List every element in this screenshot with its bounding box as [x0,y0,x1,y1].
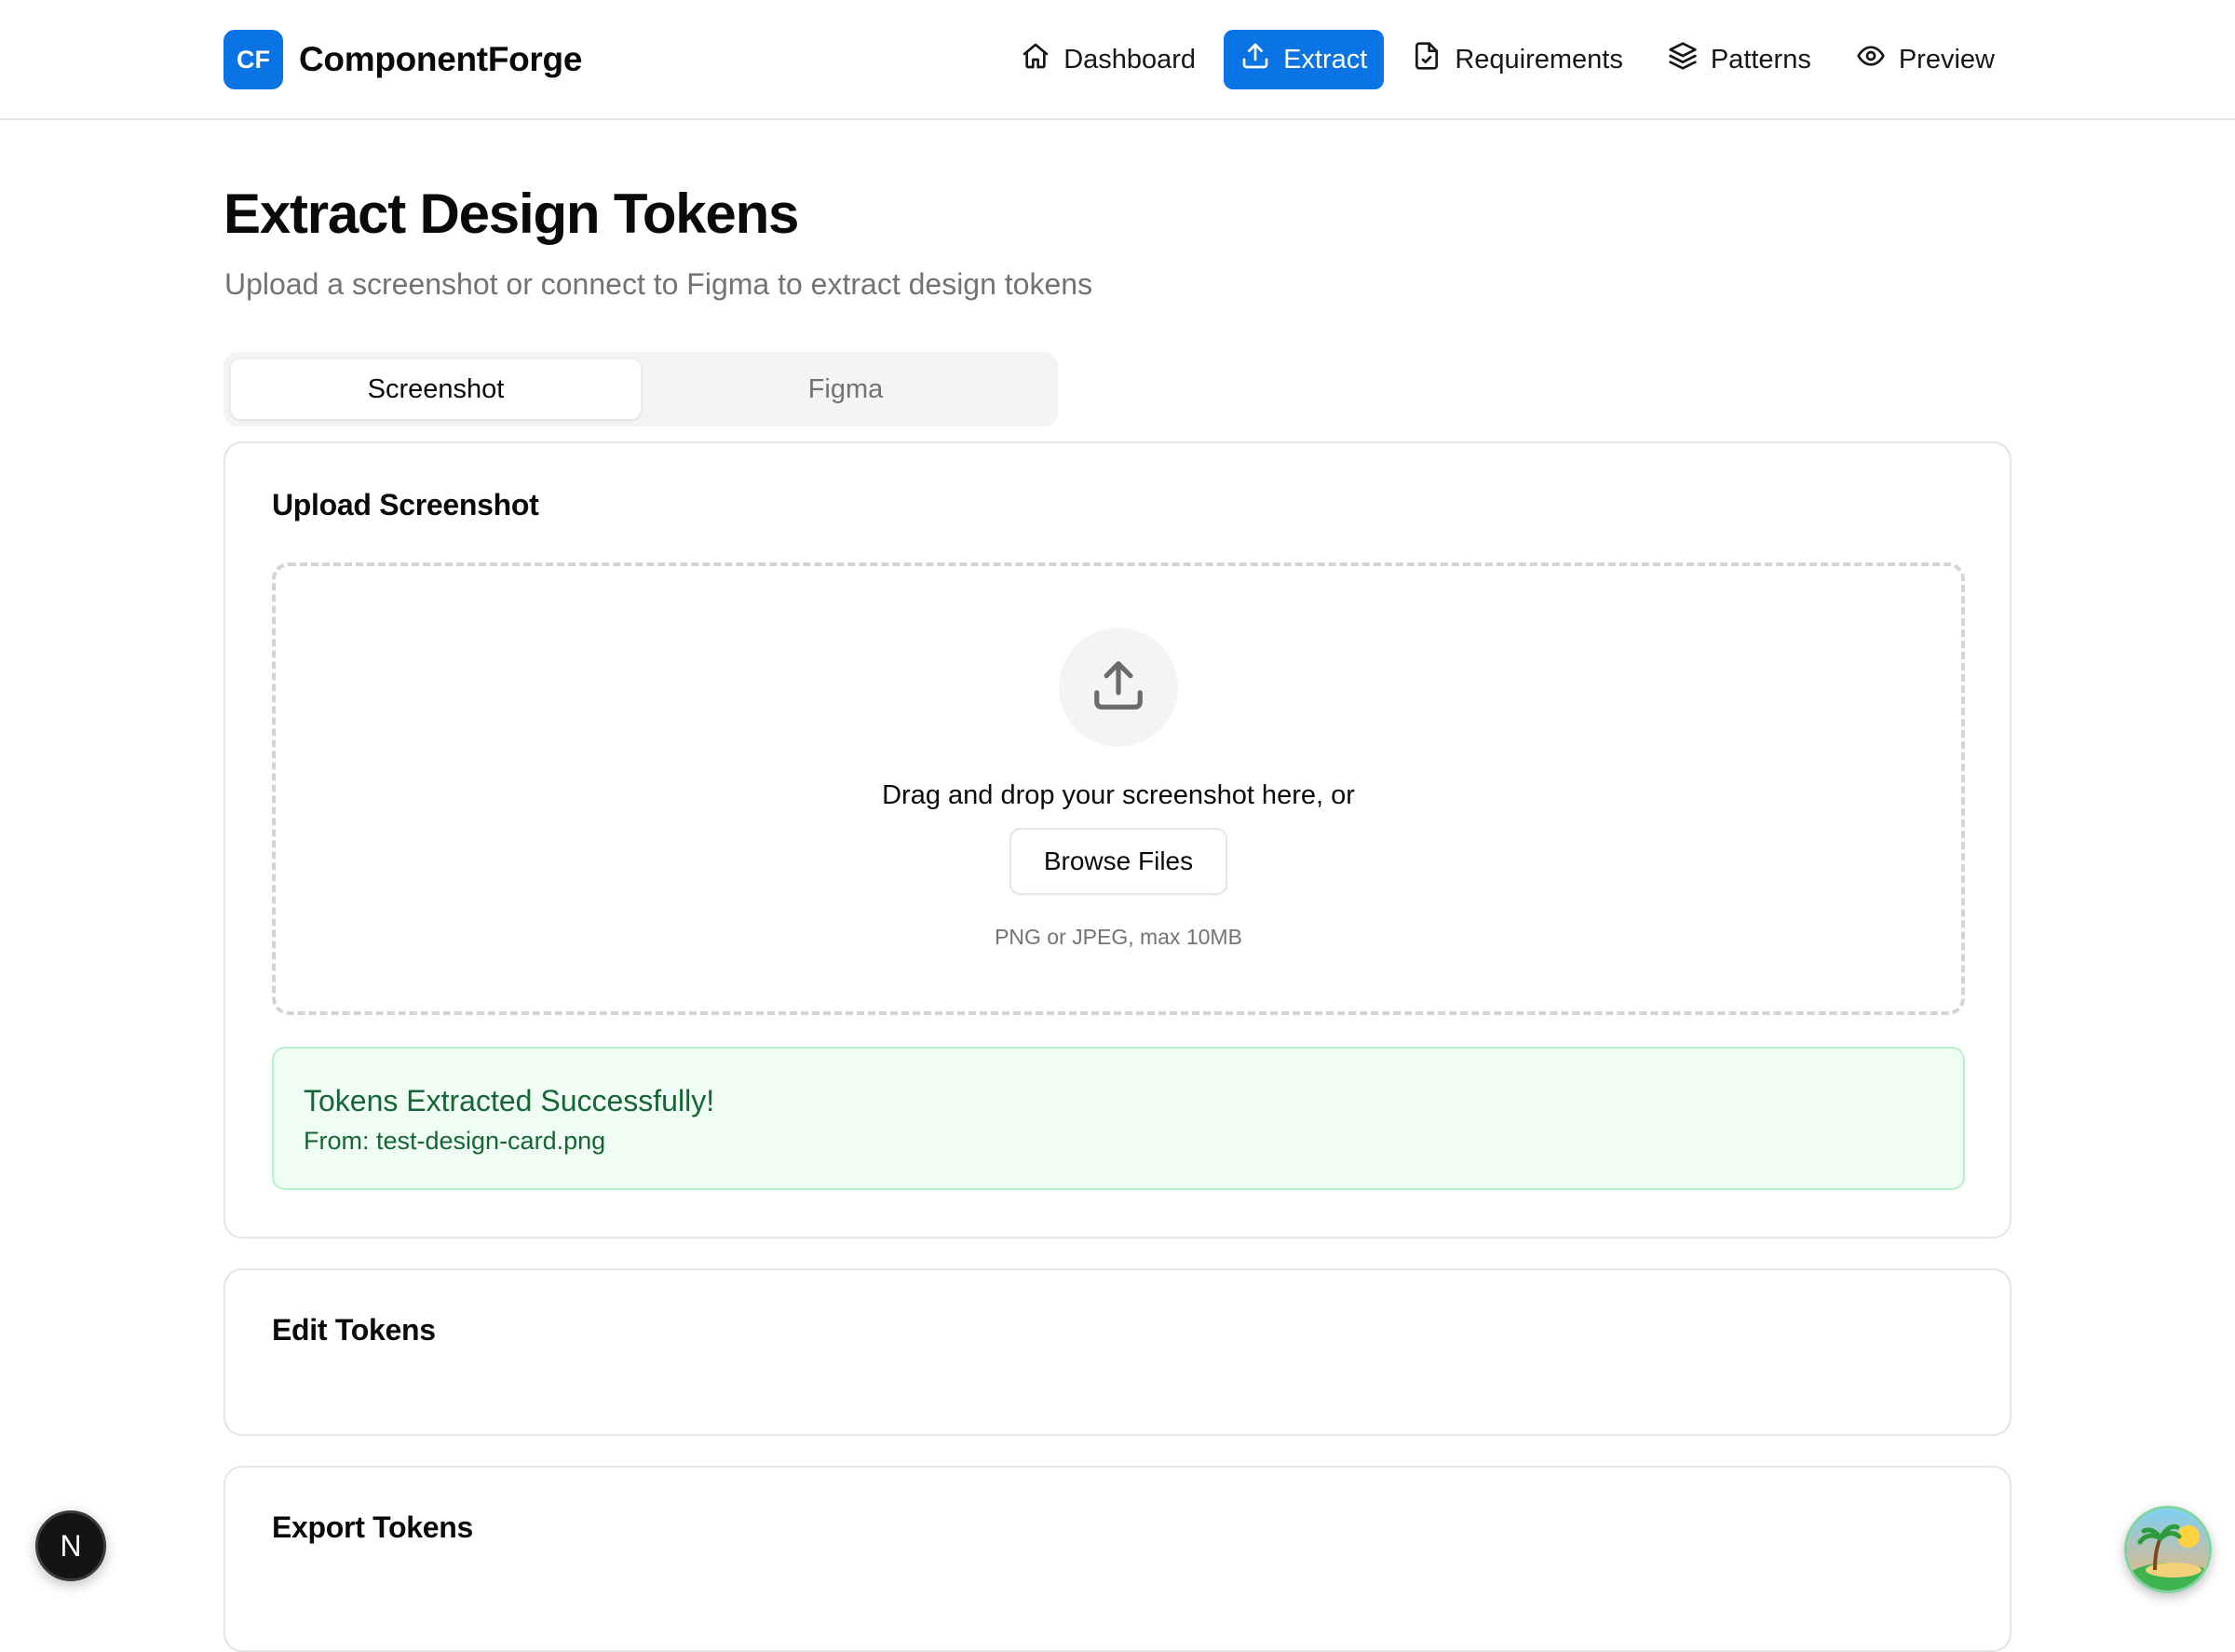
file-check-icon [1412,41,1442,78]
top-navbar: CF ComponentForge Dashboard Extract Requ… [0,0,2235,120]
success-alert: Tokens Extracted Successfully! From: tes… [272,1047,1965,1190]
nav-item-requirements[interactable]: Requirements [1395,30,1640,89]
drop-instructions: Drag and drop your screenshot here, or [882,780,1355,810]
main-nav: Dashboard Extract Requirements Patterns … [1004,30,2012,89]
nextjs-dev-badge[interactable]: N [35,1510,106,1581]
eye-icon [1856,41,1886,78]
upload-icon-circle [1059,628,1178,747]
card-title: Upload Screenshot [272,488,539,521]
success-source-file: From: test-design-card.png [304,1127,606,1155]
nav-item-label: Patterns [1710,44,1811,74]
nav-item-patterns[interactable]: Patterns [1651,30,1828,89]
assistant-avatar-icon[interactable] [2124,1506,2212,1593]
upload-icon [1240,41,1270,78]
nav-item-label: Dashboard [1063,44,1197,74]
tab-screenshot[interactable]: Screenshot [231,359,641,419]
success-title: Tokens Extracted Successfully! [304,1084,715,1117]
tab-figma[interactable]: Figma [641,359,1050,419]
file-type-hint: PNG or JPEG, max 10MB [995,925,1242,949]
card-title: Export Tokens [272,1510,473,1544]
layers-icon [1668,41,1698,78]
page-subtitle: Upload a screenshot or connect to Figma … [224,267,1093,301]
brand[interactable]: CF ComponentForge [224,30,582,89]
export-tokens-card: Export Tokens [224,1466,2012,1652]
source-tabs: Screenshot Figma [224,352,1058,427]
upload-card: Upload Screenshot Drag and drop your scr… [224,441,2012,1239]
nav-item-preview[interactable]: Preview [1839,30,2012,89]
upload-icon [1090,657,1147,719]
edit-tokens-card: Edit Tokens [224,1268,2012,1436]
nav-item-dashboard[interactable]: Dashboard [1004,30,1212,89]
nav-item-extract[interactable]: Extract [1224,30,1385,89]
dropzone[interactable]: Drag and drop your screenshot here, or B… [272,562,1965,1015]
browse-files-button[interactable]: Browse Files [1009,828,1227,895]
nav-item-label: Preview [1898,44,1995,74]
home-icon [1021,41,1050,78]
card-title: Edit Tokens [272,1313,436,1347]
brand-name: ComponentForge [299,40,583,78]
nav-item-label: Requirements [1455,44,1623,74]
page-title: Extract Design Tokens [224,183,799,245]
brand-logo: CF [224,30,283,89]
nav-item-label: Extract [1283,44,1368,74]
